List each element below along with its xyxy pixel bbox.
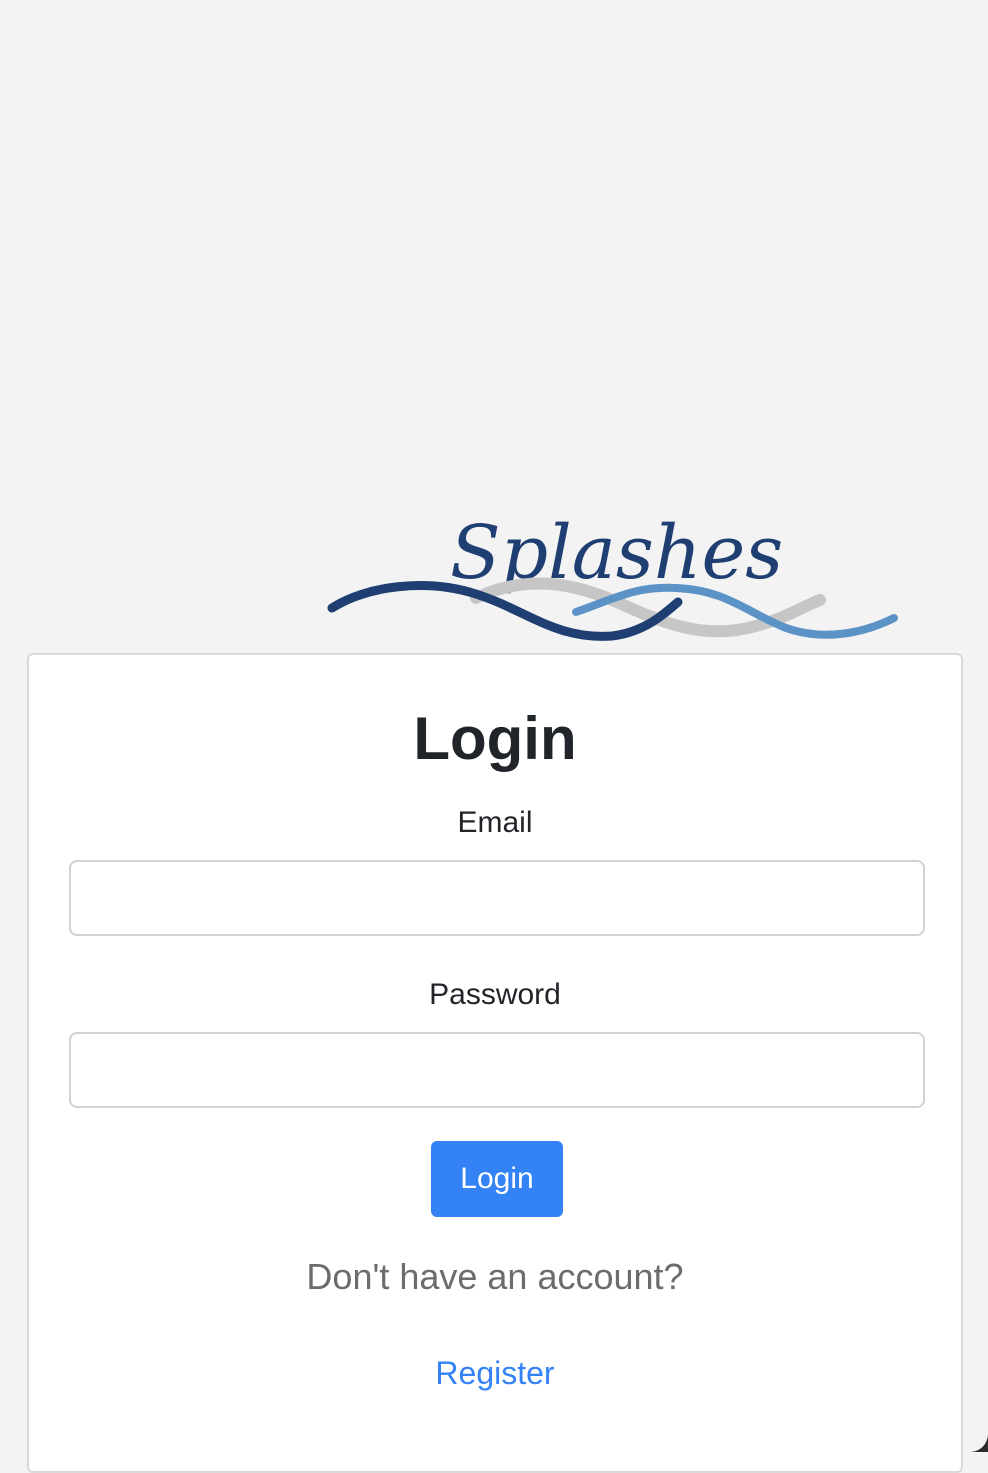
email-label: Email (457, 806, 533, 839)
password-label: Password (429, 978, 561, 1011)
register-link[interactable]: Register (29, 1353, 961, 1393)
email-input[interactable] (69, 860, 925, 936)
account-prompt-text: Don't have an account? (306, 1256, 684, 1297)
splashes-logo: Splashes (326, 480, 902, 652)
page-title: Login (413, 705, 577, 772)
login-button[interactable]: Login (431, 1141, 563, 1217)
password-input[interactable] (69, 1032, 925, 1108)
login-card: Login Email Password Login Don't have an… (27, 653, 963, 1473)
window-corner (966, 1430, 988, 1452)
